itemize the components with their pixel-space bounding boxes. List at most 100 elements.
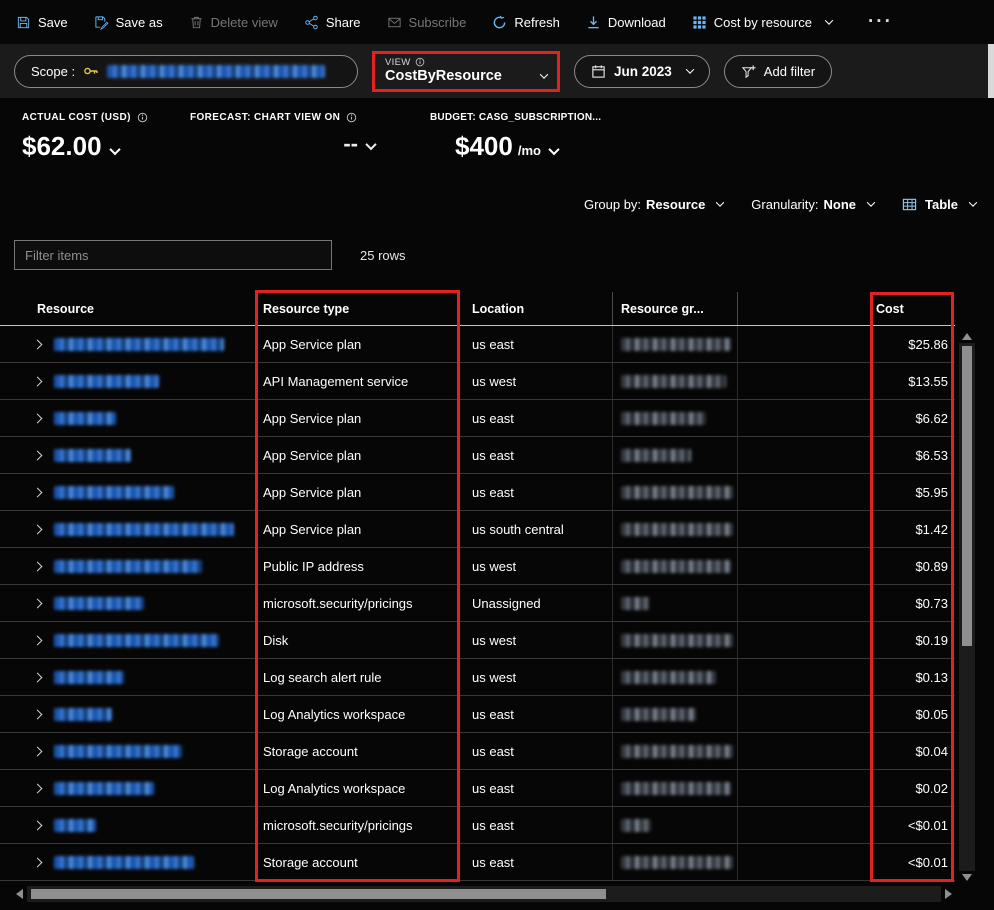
cost-by-resource-menu[interactable]: Cost by resource xyxy=(692,15,832,30)
refresh-button[interactable]: Refresh xyxy=(492,15,560,30)
more-button[interactable]: ··· xyxy=(858,11,893,33)
column-header-resource-group[interactable]: Resource gr... xyxy=(612,292,737,325)
row-expander[interactable] xyxy=(24,822,50,829)
resource-name-redacted xyxy=(54,745,182,758)
resource-name-cell xyxy=(50,486,257,499)
table-row[interactable]: API Management service us west $13.55 xyxy=(0,363,955,400)
cost-cell: $0.19 xyxy=(737,622,955,658)
table-body: App Service plan us east $25.86 API Mana… xyxy=(0,326,955,881)
chevron-right-icon xyxy=(32,487,42,497)
delete-view-button[interactable]: Delete view xyxy=(189,15,278,30)
table-row[interactable]: Disk us west $0.19 xyxy=(0,622,955,659)
table-row[interactable]: App Service plan us east $6.62 xyxy=(0,400,955,437)
date-range-selector[interactable]: Jun 2023 xyxy=(574,55,710,88)
scope-selector[interactable]: Scope : xyxy=(14,55,358,88)
group-by-selector[interactable]: Group by: Resource xyxy=(584,197,723,212)
cost-cell: $5.95 xyxy=(737,474,955,510)
subscribe-label: Subscribe xyxy=(409,15,467,30)
granularity-selector[interactable]: Granularity: None xyxy=(751,197,874,212)
table-row[interactable]: microsoft.security/pricings Unassigned $… xyxy=(0,585,955,622)
column-header-location[interactable]: Location xyxy=(459,292,612,325)
resource-name-redacted xyxy=(54,782,154,795)
table-row[interactable]: Log search alert rule us west $0.13 xyxy=(0,659,955,696)
table-row[interactable]: Log Analytics workspace us east $0.05 xyxy=(0,696,955,733)
info-icon[interactable] xyxy=(346,112,357,123)
row-expander[interactable] xyxy=(24,637,50,644)
add-filter-button[interactable]: Add filter xyxy=(724,55,832,88)
row-expander[interactable] xyxy=(24,674,50,681)
row-expander[interactable] xyxy=(24,600,50,607)
cost-summary: ACTUAL COST (USD) $62.00 FORECAST: CHART… xyxy=(22,112,601,162)
table-row[interactable]: App Service plan us south central $1.42 xyxy=(0,511,955,548)
vertical-scrollbar[interactable] xyxy=(959,330,975,884)
table-row[interactable]: App Service plan us east $5.95 xyxy=(0,474,955,511)
table-row[interactable]: Storage account us east <$0.01 xyxy=(0,844,955,881)
column-header-cost[interactable]: Cost xyxy=(737,292,955,325)
table-row[interactable]: Public IP address us west $0.89 xyxy=(0,548,955,585)
table-row[interactable]: App Service plan us east $25.86 xyxy=(0,326,955,363)
vertical-scroll-thumb[interactable] xyxy=(962,346,972,646)
row-expander[interactable] xyxy=(24,859,50,866)
filter-items-input[interactable] xyxy=(14,240,332,270)
table-row[interactable]: Storage account us east $0.04 xyxy=(0,733,955,770)
info-icon[interactable] xyxy=(415,57,425,67)
chevron-right-icon xyxy=(32,450,42,460)
budget-value[interactable]: $400 /mo xyxy=(430,131,601,162)
resource-name-cell xyxy=(50,597,257,610)
row-expander[interactable] xyxy=(24,748,50,755)
scroll-right-arrow[interactable] xyxy=(945,889,952,899)
view-selector[interactable]: VIEW CostByResource xyxy=(372,51,560,92)
column-header-resource[interactable]: Resource xyxy=(24,302,257,316)
resource-group-redacted xyxy=(621,560,731,573)
row-expander[interactable] xyxy=(24,711,50,718)
row-expander[interactable] xyxy=(24,526,50,533)
download-button[interactable]: Download xyxy=(586,15,666,30)
row-expander[interactable] xyxy=(24,341,50,348)
save-as-button[interactable]: Save as xyxy=(94,15,163,30)
info-icon[interactable] xyxy=(137,112,148,123)
actual-cost-amount: $62.00 xyxy=(22,131,102,162)
view-mode-selector[interactable]: Table xyxy=(902,197,976,212)
location-cell: us east xyxy=(459,733,612,769)
column-header-resource-type[interactable]: Resource type xyxy=(257,292,459,325)
vertical-scroll-track[interactable] xyxy=(959,343,975,871)
resource-group-cell xyxy=(612,437,737,473)
resource-name-cell xyxy=(50,560,257,573)
table-row[interactable]: App Service plan us east $6.53 xyxy=(0,437,955,474)
table-controls: Group by: Resource Granularity: None Tab… xyxy=(584,192,976,216)
resource-name-redacted xyxy=(54,560,202,573)
view-label: VIEW xyxy=(385,57,410,68)
row-expander[interactable] xyxy=(24,785,50,792)
table-row[interactable]: microsoft.security/pricings us east <$0.… xyxy=(0,807,955,844)
chevron-down-icon xyxy=(109,144,120,155)
scroll-down-arrow[interactable] xyxy=(962,874,972,881)
resource-name-cell xyxy=(50,523,257,536)
horizontal-scroll-track[interactable] xyxy=(27,886,941,902)
row-expander[interactable] xyxy=(24,415,50,422)
location-cell: us west xyxy=(459,659,612,695)
row-expander[interactable] xyxy=(24,378,50,385)
share-button[interactable]: Share xyxy=(304,15,361,30)
horizontal-scrollbar[interactable] xyxy=(12,886,956,902)
share-label: Share xyxy=(326,15,361,30)
row-expander[interactable] xyxy=(24,452,50,459)
actual-cost-value[interactable]: $62.00 xyxy=(22,131,190,162)
row-expander[interactable] xyxy=(24,489,50,496)
cost-cell: <$0.01 xyxy=(737,807,955,843)
resource-name-cell xyxy=(50,745,257,758)
save-button[interactable]: Save xyxy=(16,15,68,30)
page-scrollbar-fragment[interactable] xyxy=(988,44,994,98)
scroll-up-arrow[interactable] xyxy=(962,333,972,340)
resource-name-cell xyxy=(50,708,257,721)
forecast-value[interactable]: -- xyxy=(190,131,430,157)
resource-group-redacted xyxy=(621,708,696,721)
resource-name-redacted xyxy=(54,523,234,536)
subscribe-button[interactable]: Subscribe xyxy=(387,15,467,30)
resource-group-cell xyxy=(612,363,737,399)
scroll-left-arrow[interactable] xyxy=(16,889,23,899)
resource-group-cell xyxy=(612,585,737,621)
table-row[interactable]: Log Analytics workspace us east $0.02 xyxy=(0,770,955,807)
horizontal-scroll-thumb[interactable] xyxy=(31,889,606,899)
row-expander[interactable] xyxy=(24,563,50,570)
resource-name-redacted xyxy=(54,634,219,647)
